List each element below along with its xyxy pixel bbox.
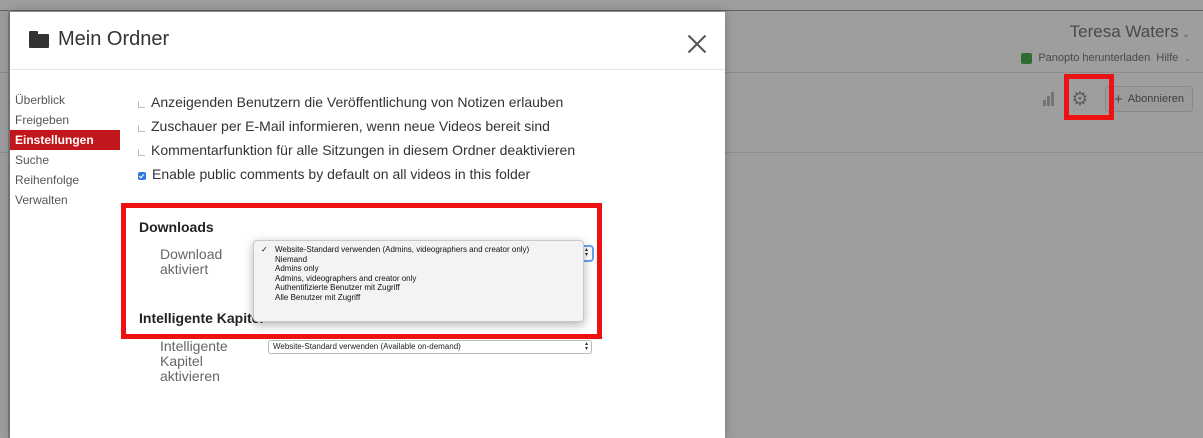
sidebar-item-manage[interactable]: Verwalten (10, 190, 120, 210)
sidebar-item-overview[interactable]: Überblick (10, 90, 120, 110)
dialog-title: Mein Ordner (58, 28, 170, 50)
setting-email-viewers: Zuschauer per E-Mail informieren, wenn n… (138, 114, 575, 138)
sidebar-item-search[interactable]: Suche (10, 150, 120, 170)
dialog-header: Mein Ordner (10, 12, 725, 70)
public-comments-label: Enable public comments by default on all… (152, 166, 531, 182)
folder-icon (29, 31, 49, 48)
smart-chapters-select[interactable]: Website-Standard verwenden (Available on… (268, 340, 592, 354)
select-arrows-icon: ▴ ▾ (584, 341, 588, 352)
settings-checkboxes: Anzeigenden Benutzern die Veröffentlichu… (138, 90, 575, 186)
disable-comments-checkbox[interactable] (138, 148, 145, 156)
dialog-sidebar: Überblick Freigeben Einstellungen Suche … (10, 90, 120, 210)
sidebar-item-settings[interactable]: Einstellungen (10, 130, 120, 150)
setting-disable-comments: Kommentarfunktion für alle Sitzungen in … (138, 138, 575, 162)
downloads-highlight-box (121, 203, 602, 339)
gear-highlight-box (1064, 74, 1114, 120)
setting-allow-notes: Anzeigenden Benutzern die Veröffentlichu… (138, 90, 575, 114)
sidebar-item-order[interactable]: Reihenfolge (10, 170, 120, 190)
close-icon[interactable] (683, 30, 711, 58)
screen: Teresa Waters ⌄ Panopto herunterladen Hil… (0, 0, 1203, 438)
disable-comments-label: Kommentarfunktion für alle Sitzungen in … (151, 142, 576, 158)
email-viewers-checkbox[interactable] (138, 124, 145, 132)
smart-chapters-label: Intelligente Kapitel aktivieren (160, 338, 228, 384)
sidebar-item-share[interactable]: Freigeben (10, 110, 120, 130)
public-comments-checkbox[interactable] (138, 172, 146, 180)
allow-notes-checkbox[interactable] (138, 100, 145, 108)
allow-notes-label: Anzeigenden Benutzern die Veröffentlichu… (151, 94, 564, 110)
setting-public-comments: Enable public comments by default on all… (138, 162, 575, 186)
email-viewers-label: Zuschauer per E-Mail informieren, wenn n… (151, 118, 550, 134)
smart-chapters-value: Website-Standard verwenden (Available on… (273, 342, 461, 351)
